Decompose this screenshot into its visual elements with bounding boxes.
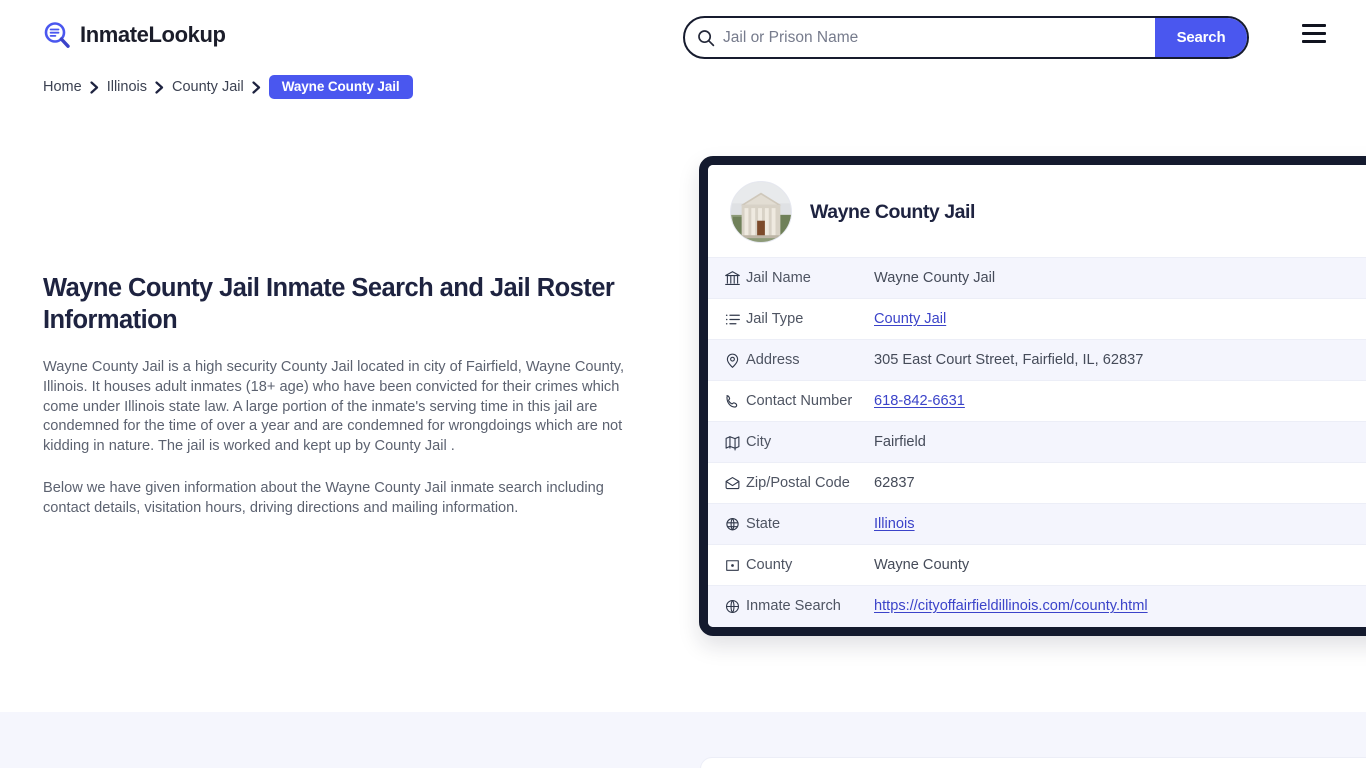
inmate-search-link[interactable]: https://cityoffairfieldillinois.com/coun… [874,598,1148,614]
hamburger-menu-icon[interactable] [1302,24,1326,43]
brand-name: InmateLookup [80,22,226,47]
lower-section-card [700,757,1366,768]
row-value[interactable]: https://cityoffairfieldillinois.com/coun… [874,585,1366,627]
state-link[interactable]: Illinois [874,516,915,532]
row-label: Zip/Postal Code [746,462,874,504]
secondary-paragraph: Below we have given information about th… [43,479,604,516]
jail-info-card-title: Wayne County Jail [810,200,975,223]
phone-icon [708,380,746,422]
chevron-right-icon [90,80,99,94]
search-icon [697,29,715,47]
courthouse-photo-thumbnail [730,181,792,243]
jail-details-table: Jail Name Wayne County Jail Jail Type Co… [708,257,1366,627]
row-value: Wayne County [874,544,1366,586]
row-value[interactable]: 618-842-6631 [874,380,1366,422]
magnifier-list-logo-icon [42,20,72,50]
row-value[interactable]: Illinois [874,503,1366,545]
main-content: Wayne County Jail Inmate Search and Jail… [43,272,638,519]
table-row: State Illinois [708,503,1366,545]
row-value: 62837 [874,462,1366,504]
search-button[interactable]: Search [1155,18,1247,57]
list-icon [708,298,746,340]
page-title: Wayne County Jail Inmate Search and Jail… [43,274,615,334]
table-row: City Fairfield [708,421,1366,463]
row-label: City [746,421,874,463]
breadcrumb-item-county-jail[interactable]: County Jail [172,79,244,95]
jail-type-link[interactable]: County Jail [874,311,946,327]
globe-pin-icon [708,503,746,545]
hamburger-bar [1302,24,1326,27]
table-row: Zip/Postal Code 62837 [708,462,1366,504]
table-row: Jail Type County Jail [708,298,1366,340]
row-value[interactable]: County Jail [874,298,1366,340]
search-input[interactable] [715,18,1155,57]
breadcrumb-item-illinois[interactable]: Illinois [107,79,147,95]
breadcrumb-item-home[interactable]: Home [43,79,82,95]
row-label: Address [746,339,874,381]
row-label: State [746,503,874,545]
intro-paragraph: Wayne County Jail is a high security Cou… [43,359,625,455]
row-label: County [746,544,874,586]
hamburger-bar [1302,32,1326,35]
breadcrumb-current-page: Wayne County Jail [268,75,413,99]
row-label: Contact Number [746,380,874,422]
table-row: Jail Name Wayne County Jail [708,257,1366,299]
map-icon [708,421,746,463]
page-root: InmateLookup Search Home Illinois [0,0,1366,768]
breadcrumb: Home Illinois County Jail Wayne County J… [43,75,413,99]
row-label: Jail Type [746,298,874,340]
brand-logo[interactable]: InmateLookup [42,20,226,50]
site-header: InmateLookup Search [0,0,1366,72]
map-pin-icon [708,339,746,381]
table-row: Inmate Search https://cityoffairfieldill… [708,585,1366,627]
jail-info-card-header: Wayne County Jail [708,165,1366,257]
globe-icon [708,585,746,627]
jail-info-card: Wayne County Jail Jail Name Wayne County… [699,156,1366,636]
hamburger-bar [1302,40,1326,43]
table-row: Contact Number 618-842-6631 [708,380,1366,422]
bank-icon [708,257,746,299]
row-value: Wayne County Jail [874,257,1366,299]
row-value: 305 East Court Street, Fairfield, IL, 62… [874,339,1366,381]
table-row: Address 305 East Court Street, Fairfield… [708,339,1366,381]
row-label: Inmate Search [746,585,874,627]
envelope-icon [708,462,746,504]
row-label: Jail Name [746,257,874,299]
contact-number-link[interactable]: 618-842-6631 [874,393,965,409]
search-bar[interactable]: Search [683,16,1249,59]
row-value: Fairfield [874,421,1366,463]
table-row: County Wayne County [708,544,1366,586]
chevron-right-icon [155,80,164,94]
chevron-right-icon [252,80,261,94]
county-icon [708,544,746,586]
